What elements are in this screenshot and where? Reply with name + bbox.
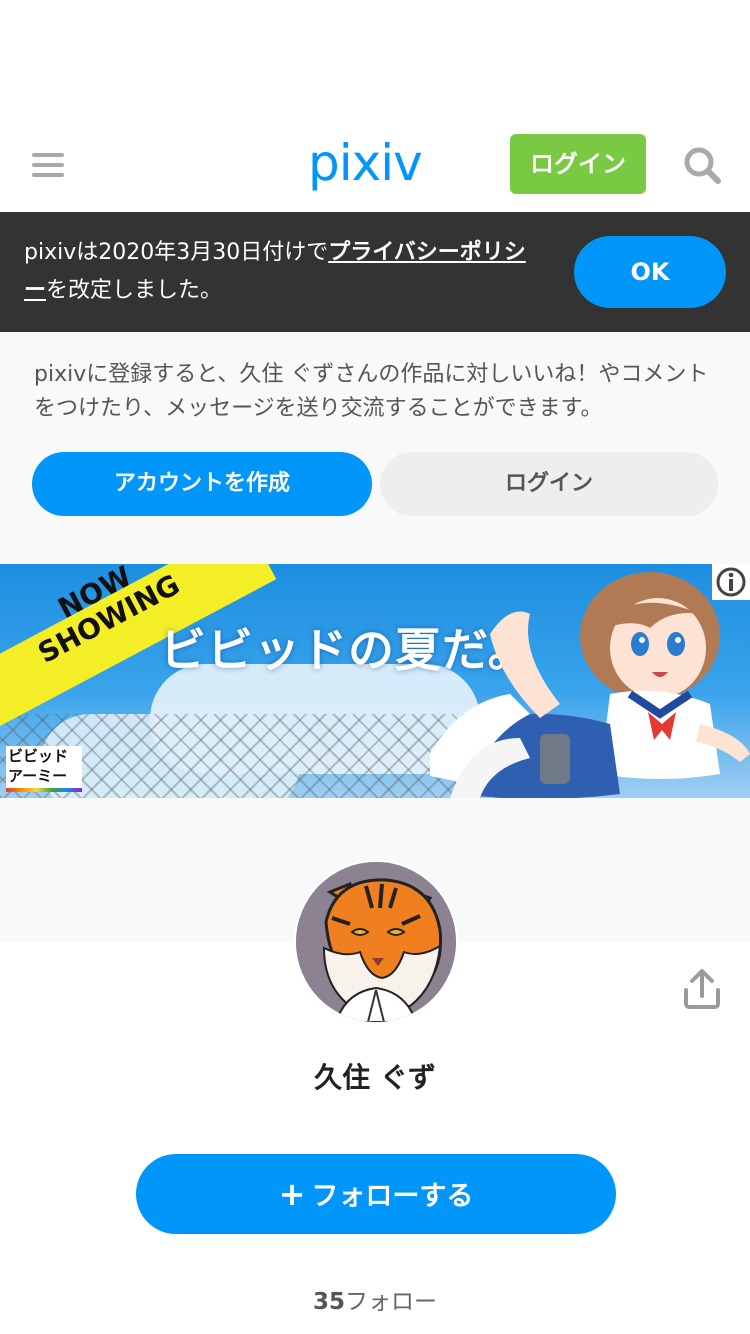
follow-button[interactable]: + フォローする	[136, 1154, 616, 1234]
notice-text-before: pixivは2020年3月30日付けで	[24, 240, 329, 265]
ad-banner[interactable]: NOW SHOWING ビビッドの夏だ。 ビビッド アーミー	[0, 564, 750, 798]
register-message: pixivに登録すると、久住 ぐずさんの作品に対しいいね！やコメントをつけたり、…	[34, 362, 709, 421]
share-icon[interactable]	[682, 968, 722, 1010]
ad-character-illustration	[430, 572, 750, 798]
info-icon[interactable]	[712, 564, 750, 600]
notice-text-after: を改定しました。	[46, 278, 223, 303]
plus-icon: +	[278, 1175, 306, 1213]
ad-logo-line2: アーミー	[8, 767, 68, 785]
ok-button[interactable]: OK	[574, 236, 726, 308]
create-account-button[interactable]: アカウントを作成	[32, 452, 372, 516]
user-name: 久住 ぐず	[314, 1061, 436, 1094]
following-number: 35	[312, 1289, 345, 1315]
header-login-button[interactable]: ログイン	[510, 134, 646, 194]
avatar[interactable]	[296, 862, 456, 1022]
search-icon[interactable]	[682, 145, 722, 185]
ad-brand-logo: ビビッド アーミー	[6, 746, 82, 792]
pixiv-logo[interactable]: pixiv	[308, 133, 423, 193]
privacy-notice-text: pixivは2020年3月30日付けでプライバシーポリシーを改定しました。	[24, 234, 544, 310]
login-button[interactable]: ログイン	[380, 452, 718, 516]
following-label: フォロー	[345, 1289, 437, 1315]
following-count[interactable]: 35フォロー	[0, 1282, 750, 1316]
top-header: pixiv ログイン	[0, 115, 750, 212]
register-prompt-section: pixivに登録すると、久住 ぐずさんの作品に対しいいね！やコメントをつけたり、…	[0, 332, 750, 942]
hamburger-menu-icon[interactable]	[32, 153, 64, 177]
follow-button-label: フォローする	[311, 1181, 474, 1212]
ad-logo-line1: ビビッド	[8, 747, 69, 765]
privacy-notice-banner: pixivは2020年3月30日付けでプライバシーポリシーを改定しました。 OK	[0, 212, 750, 332]
tiger-avatar-illustration	[296, 862, 456, 1022]
